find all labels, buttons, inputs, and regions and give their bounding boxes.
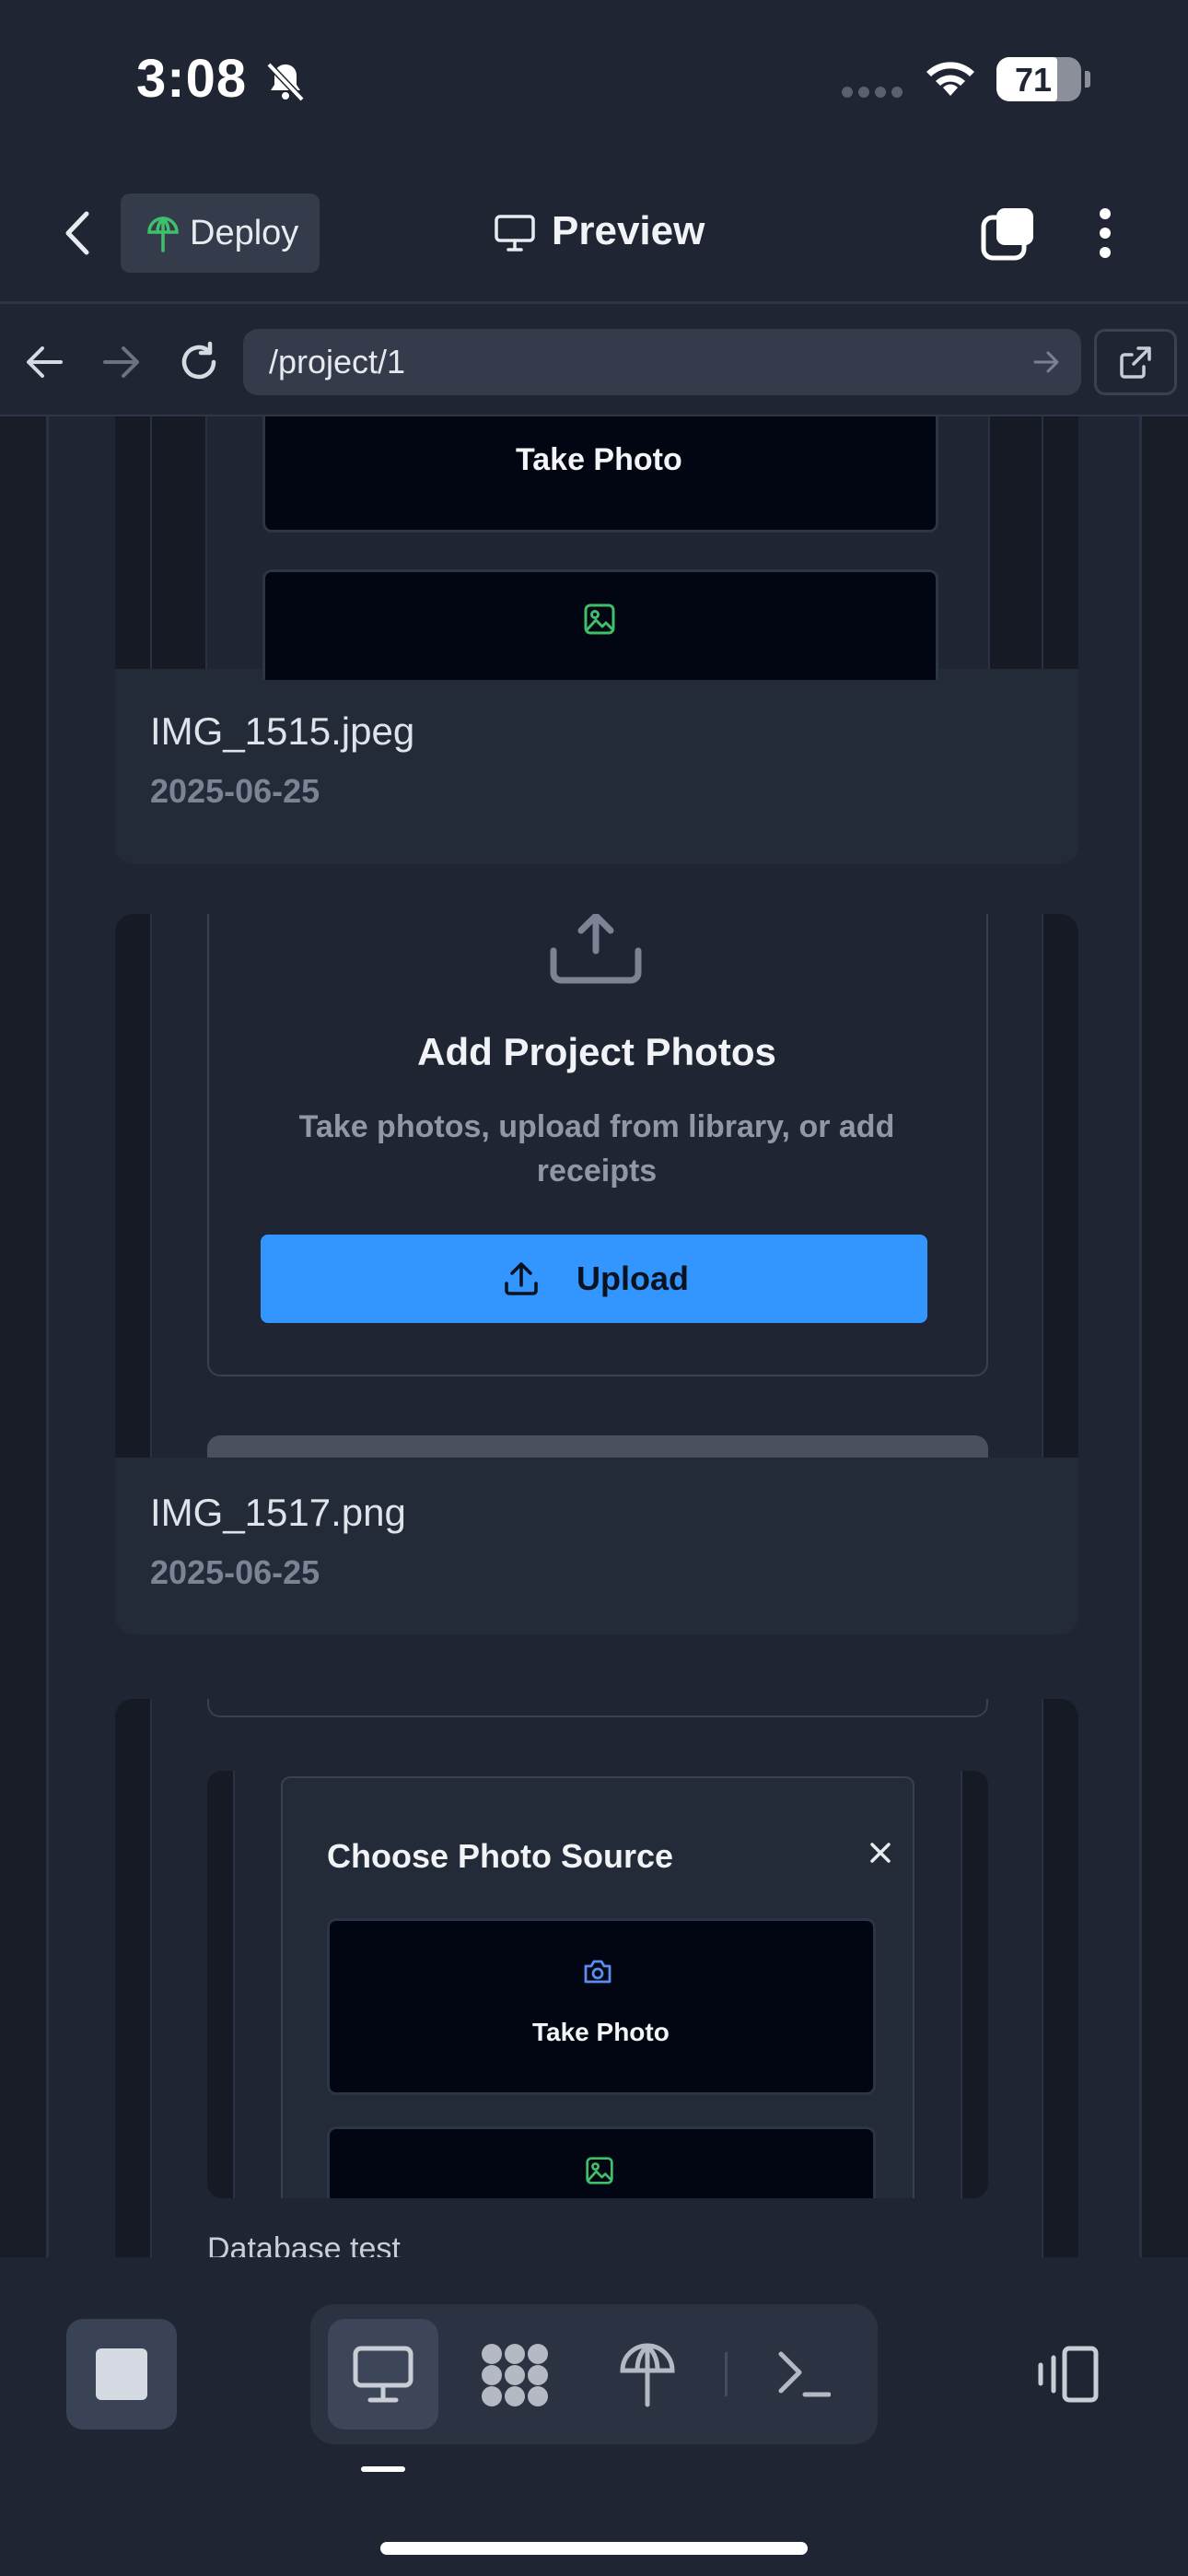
go-arrow-icon[interactable] xyxy=(1033,350,1061,374)
dialog-title: Choose Photo Source xyxy=(327,1837,674,1875)
arrow-forward-icon[interactable] xyxy=(101,344,142,381)
card-caption: Database test xyxy=(207,2231,401,2257)
photo-card-1[interactable]: Take Photo IMG_1515.jpeg 2025-06-25 xyxy=(115,416,1078,864)
external-link-icon xyxy=(1120,346,1151,379)
monitor-icon xyxy=(495,215,535,252)
status-bar: 3:08 71 xyxy=(0,0,1188,161)
file-name: IMG_1517.png xyxy=(150,1491,406,1534)
active-tab-indicator xyxy=(361,2466,405,2472)
next-panel-peek xyxy=(207,1435,988,1458)
battery-level: 71 xyxy=(1014,61,1053,99)
tab-divider xyxy=(725,2352,728,2396)
take-photo-button[interactable] xyxy=(327,1918,876,2095)
take-photo-label: Take Photo xyxy=(516,442,682,477)
image-icon xyxy=(584,603,615,635)
stop-button[interactable] xyxy=(66,2319,177,2430)
battery-icon: 71 xyxy=(996,57,1081,101)
bell-muted-icon xyxy=(266,62,305,102)
upload-tray-icon xyxy=(550,914,642,984)
status-time: 3:08 xyxy=(136,49,248,109)
upload-label: Upload xyxy=(577,1259,689,1297)
file-name: IMG_1515.jpeg xyxy=(150,709,415,753)
add-photos-description-1: Take photos, upload from library, or add xyxy=(298,1109,895,1144)
back-chevron-icon[interactable] xyxy=(61,208,94,258)
close-icon[interactable] xyxy=(868,1841,892,1865)
monitor-icon xyxy=(353,2346,413,2403)
camera-icon xyxy=(584,1960,611,1984)
tabs-icon[interactable] xyxy=(980,205,1037,262)
refresh-icon[interactable] xyxy=(177,340,221,384)
url-text: /project/1 xyxy=(269,343,406,381)
arrow-back-icon[interactable] xyxy=(24,344,64,381)
stop-icon xyxy=(96,2348,147,2400)
device-rotate-icon[interactable] xyxy=(1033,2345,1100,2404)
panel-bottom-edge xyxy=(207,1699,988,1717)
photo-card-3[interactable]: Choose Photo Source Take Photo Database … xyxy=(115,1699,1078,2257)
deploy-globe-icon xyxy=(147,217,179,252)
add-photos-description-2: receipts xyxy=(536,1153,658,1188)
deploy-label: Deploy xyxy=(190,214,299,252)
battery-cap xyxy=(1085,71,1090,88)
home-indicator xyxy=(380,2542,808,2555)
take-photo-label: Take Photo xyxy=(532,2018,670,2046)
tab-deploy[interactable] xyxy=(619,2343,676,2407)
preview-frame: Take Photo IMG_1515.jpeg 2025-06-25 Add … xyxy=(46,416,1142,2257)
add-photos-heading: Add Project Photos xyxy=(417,1030,776,1073)
wifi-icon xyxy=(926,62,974,96)
tab-workspace[interactable] xyxy=(479,2341,551,2409)
more-vertical-icon[interactable] xyxy=(1096,206,1114,260)
tab-terminal[interactable] xyxy=(777,2348,831,2398)
preview-title: Preview xyxy=(552,208,705,253)
file-date: 2025-06-25 xyxy=(150,772,320,810)
signal-icon xyxy=(842,87,903,98)
upload-icon xyxy=(505,1262,538,1295)
file-date: 2025-06-25 xyxy=(150,1553,320,1591)
preview-viewport: Take Photo IMG_1515.jpeg 2025-06-25 Add … xyxy=(0,416,1188,2257)
image-icon xyxy=(586,2157,613,2184)
